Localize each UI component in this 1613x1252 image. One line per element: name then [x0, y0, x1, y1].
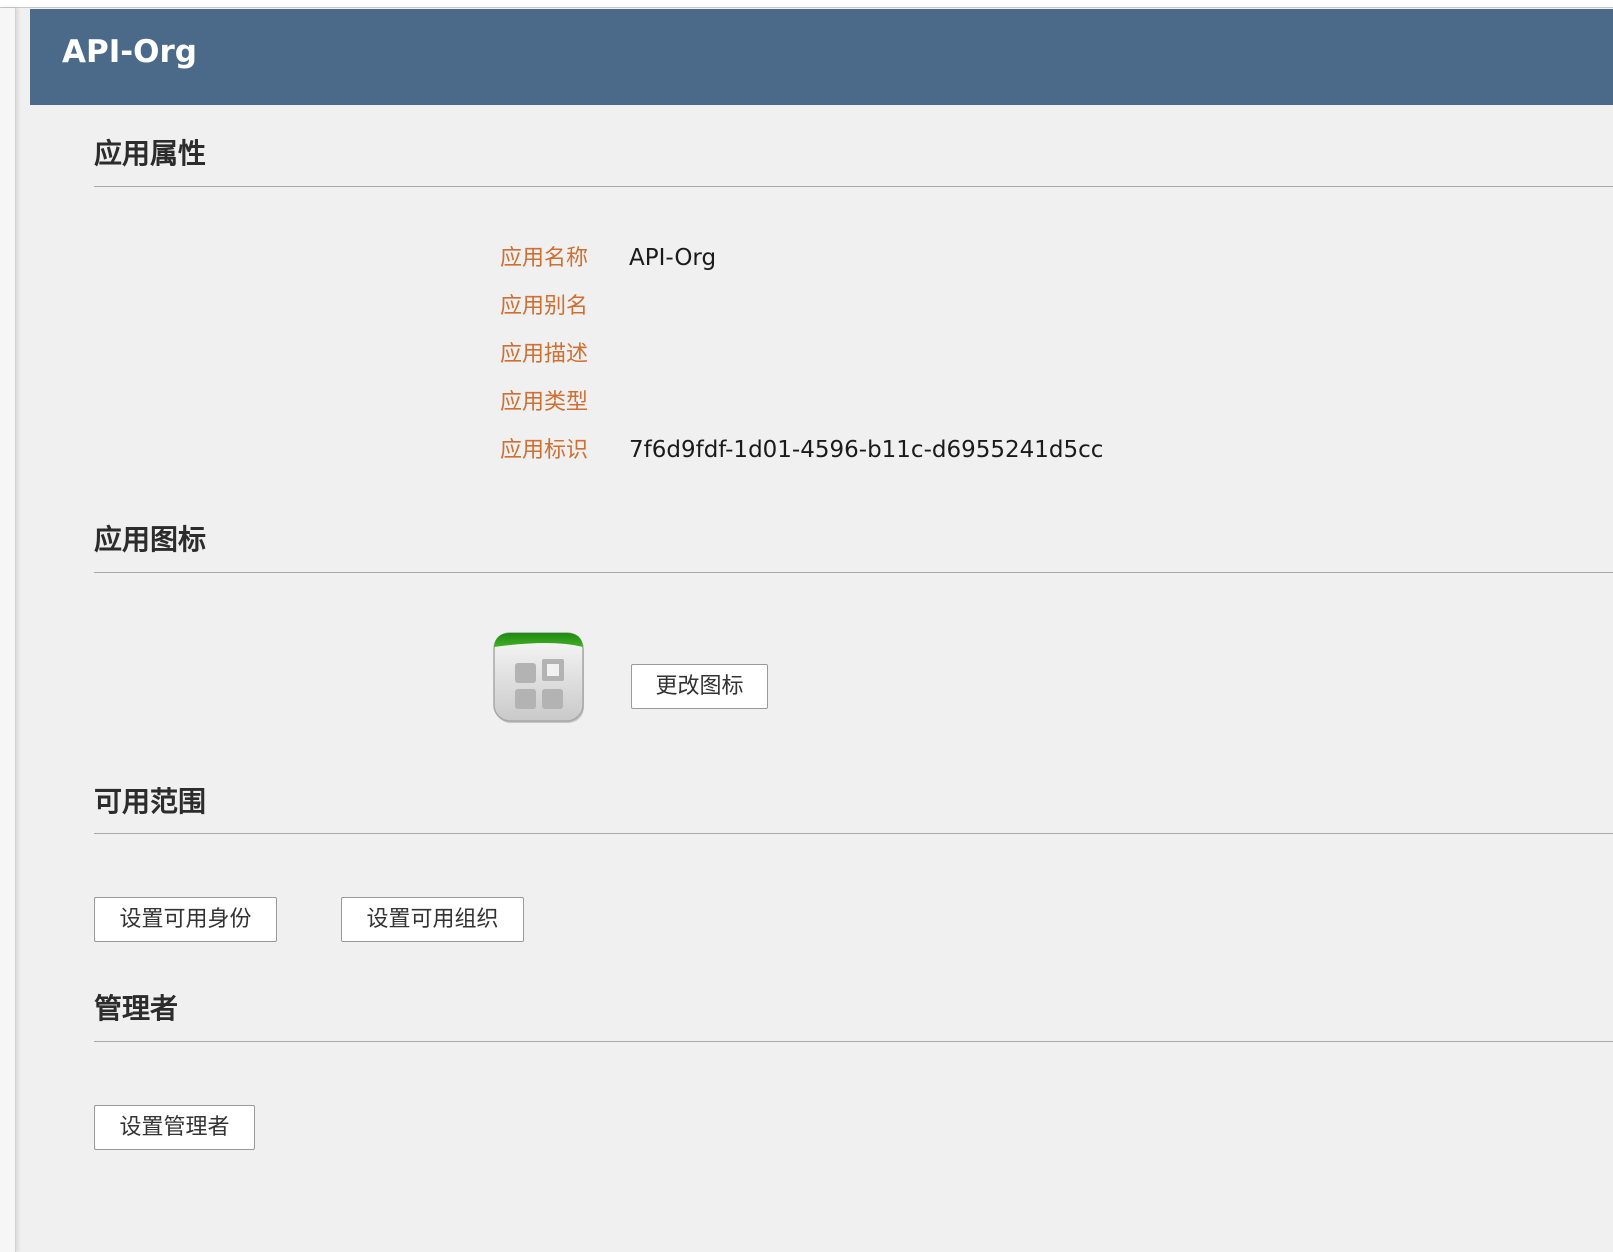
section-title-scope: 可用范围	[94, 785, 207, 818]
app-grid-icon	[492, 631, 587, 726]
section-title-admins: 管理者	[94, 992, 179, 1025]
field-label-app-alias: 应用别名	[500, 294, 589, 319]
field-value-app-name: API-Org	[629, 245, 717, 271]
set-available-identity-button[interactable]: 设置可用身份	[94, 897, 277, 942]
field-label-app-id: 应用标识	[500, 438, 589, 463]
field-label-app-description: 应用描述	[500, 342, 589, 367]
section-title-icon: 应用图标	[94, 523, 207, 556]
change-icon-button[interactable]: 更改图标	[631, 664, 768, 709]
page-title: API-Org	[62, 34, 197, 70]
section-divider	[94, 1041, 1613, 1042]
left-panel-edge	[0, 8, 16, 1252]
top-border	[0, 0, 1613, 8]
set-available-org-button[interactable]: 设置可用组织	[341, 897, 524, 942]
page-header: API-Org	[30, 9, 1613, 105]
field-value-app-id: 7f6d9fdf-1d01-4596-b11c-d6955241d5cc	[629, 437, 1104, 463]
section-title-properties: 应用属性	[94, 137, 207, 170]
section-divider	[94, 572, 1613, 573]
set-admin-button[interactable]: 设置管理者	[94, 1105, 255, 1150]
field-label-app-type: 应用类型	[500, 390, 589, 415]
section-divider	[94, 833, 1613, 834]
field-label-app-name: 应用名称	[500, 246, 589, 271]
section-divider	[94, 186, 1613, 187]
